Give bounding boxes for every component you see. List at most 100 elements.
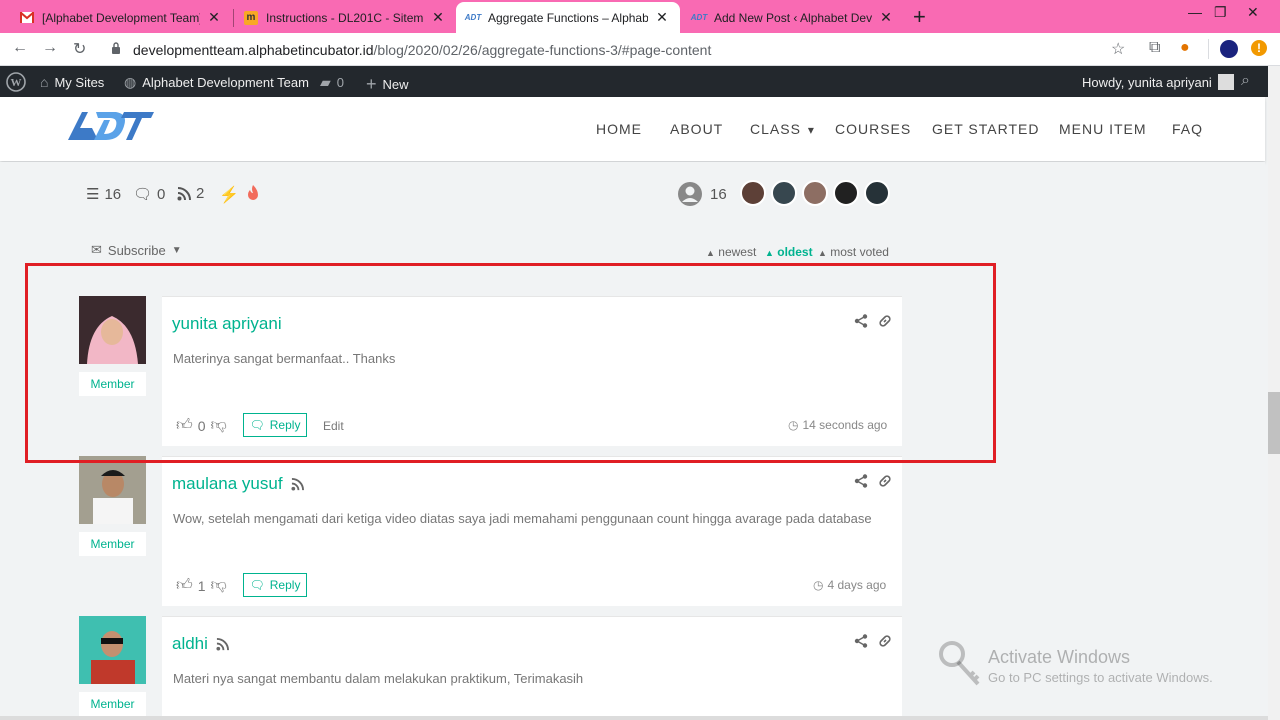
- minimize-button[interactable]: —: [1188, 4, 1202, 20]
- envelope-icon: ✉: [91, 242, 102, 257]
- close-icon[interactable]: ✕: [206, 9, 222, 26]
- profile-avatar[interactable]: [1220, 40, 1238, 58]
- sort-newest-label: newest: [718, 245, 757, 259]
- fire-icon[interactable]: [246, 185, 260, 201]
- scrollbar-thumb[interactable]: [1268, 392, 1280, 454]
- tab-aggregate-functions[interactable]: ADT Aggregate Functions – Alphabet ✕: [456, 2, 680, 33]
- link-icon[interactable]: [878, 474, 892, 488]
- list-icon: ☰: [86, 186, 100, 203]
- comment-avatar[interactable]: [79, 616, 146, 684]
- back-icon[interactable]: ←: [12, 39, 28, 57]
- nav-get-started[interactable]: GET STARTED: [932, 121, 1039, 137]
- user-avatar-small: [1217, 74, 1234, 90]
- link-icon[interactable]: [878, 634, 892, 648]
- time-label: 4 days ago: [827, 578, 887, 592]
- threads-count: 16: [104, 185, 122, 203]
- participant-avatar[interactable]: [802, 180, 828, 206]
- address-bar[interactable]: developmentteam.alphabetincubator.id/blo…: [133, 42, 711, 58]
- comment-card: maulana yusuf Wow, setelah mengamati dar…: [162, 456, 902, 606]
- forward-icon[interactable]: →: [42, 39, 58, 57]
- tab-instructions[interactable]: m Instructions - DL201C - Sitem Ba ✕: [234, 2, 456, 33]
- nav-about[interactable]: ABOUT: [670, 121, 723, 137]
- triangle-up-icon: ▲: [765, 248, 774, 258]
- triangle-up-icon: ▲: [706, 248, 715, 258]
- my-sites-label: My Sites: [54, 74, 105, 90]
- comment-avatar[interactable]: [79, 456, 146, 524]
- wordpress-logo-icon[interactable]: W: [6, 72, 26, 92]
- extension-owl-icon[interactable]: ●: [1180, 39, 1190, 57]
- sort-oldest-label: oldest: [777, 245, 813, 259]
- rss-icon[interactable]: [291, 477, 304, 491]
- nav-menu-item[interactable]: MENU ITEM: [1059, 121, 1147, 137]
- participant-avatar[interactable]: [833, 180, 859, 206]
- replies-count: 0: [157, 185, 166, 203]
- share-icon[interactable]: [854, 634, 868, 648]
- account-menu[interactable]: Howdy, yunita apriyani: [1082, 74, 1234, 90]
- participants-stat: 16: [677, 181, 727, 207]
- extension-icon[interactable]: ⧉: [1149, 39, 1160, 57]
- comment-time[interactable]: ◷ 4 days ago: [813, 578, 886, 592]
- new-content-menu[interactable]: + New: [366, 74, 409, 95]
- participant-avatar[interactable]: [864, 180, 890, 206]
- adt-icon: ADT: [464, 13, 482, 22]
- plus-icon: +: [366, 74, 377, 94]
- share-icon[interactable]: [854, 474, 868, 488]
- tab-title: Aggregate Functions – Alphabet: [488, 10, 648, 25]
- reload-icon[interactable]: ↻: [73, 39, 86, 59]
- restore-button[interactable]: ❐: [1214, 4, 1227, 21]
- member-badge: Member: [79, 692, 146, 716]
- sort-oldest[interactable]: ▲ oldest: [765, 245, 813, 259]
- reply-label: Reply: [269, 578, 301, 592]
- nav-class-label: CLASS: [750, 121, 801, 137]
- triangle-up-icon: ▲: [818, 248, 827, 258]
- bookmark-star-icon[interactable]: ☆: [1111, 39, 1125, 59]
- comments-menu[interactable]: ▰ 0: [320, 74, 344, 91]
- sort-most-voted[interactable]: ▲ most voted: [818, 245, 889, 259]
- update-alert-icon[interactable]: !: [1251, 40, 1267, 56]
- clock-icon: ◷: [813, 578, 824, 592]
- sort-newest[interactable]: ▲ newest: [706, 245, 756, 259]
- new-tab-button[interactable]: +: [913, 4, 926, 30]
- sort-most-voted-label: most voted: [830, 245, 889, 259]
- nav-class[interactable]: CLASS ▾: [750, 121, 815, 137]
- search-icon[interactable]: ⌕: [1241, 72, 1250, 90]
- site-logo[interactable]: [66, 108, 154, 147]
- nav-faq[interactable]: FAQ: [1172, 121, 1203, 137]
- rss-icon[interactable]: [216, 637, 229, 651]
- followers-count: 2: [196, 185, 205, 202]
- tab-title: [Alphabet Development Team] L: [42, 10, 200, 25]
- reply-button[interactable]: 🗨 Reply: [243, 573, 307, 597]
- close-icon[interactable]: ✕: [878, 9, 894, 26]
- horizontal-scrollbar[interactable]: [0, 716, 1268, 720]
- followers-stat: 2: [177, 185, 204, 202]
- subscribe-label: Subscribe: [107, 242, 166, 258]
- comment-author[interactable]: maulana yusuf: [172, 474, 304, 494]
- tab-add-new-post[interactable]: ADT Add New Post ‹ Alphabet Develo ✕: [682, 2, 904, 33]
- nav-home[interactable]: HOME: [596, 121, 642, 137]
- bolt-icon[interactable]: ⚡: [219, 185, 239, 205]
- window-close-button[interactable]: ✕: [1247, 4, 1259, 21]
- participant-avatar[interactable]: [771, 180, 797, 206]
- adt-icon: ADT: [690, 13, 708, 22]
- highlight-annotation: [25, 263, 996, 463]
- site-name-menu[interactable]: ◍ Alphabet Development Team: [124, 74, 309, 91]
- lock-icon[interactable]: [111, 42, 121, 54]
- vote-count: 1: [197, 577, 206, 594]
- thumbs-down-icon[interactable]: 👎︎: [211, 576, 227, 595]
- comment-author[interactable]: aldhi: [172, 634, 229, 654]
- thumbs-up-icon[interactable]: 👍︎: [176, 576, 193, 595]
- tab-title: Add New Post ‹ Alphabet Develo: [714, 10, 872, 25]
- tab-gmail[interactable]: [Alphabet Development Team] L ✕: [10, 2, 232, 33]
- my-sites-menu[interactable]: ⌂ My Sites: [40, 74, 104, 90]
- browser-tab-strip: [Alphabet Development Team] L ✕ m Instru…: [0, 0, 1280, 33]
- comments-icon: 🗨: [133, 186, 153, 203]
- nav-courses[interactable]: COURSES: [835, 121, 911, 137]
- caret-down-icon: ▼: [171, 244, 182, 256]
- member-badge: Member: [79, 532, 146, 556]
- rss-icon: [177, 186, 191, 200]
- subscribe-dropdown[interactable]: ✉ Subscribe ▼: [91, 242, 182, 258]
- close-icon[interactable]: ✕: [654, 9, 670, 26]
- close-icon[interactable]: ✕: [430, 9, 446, 26]
- dashboard-icon: ◍: [124, 74, 137, 90]
- participant-avatar[interactable]: [740, 180, 766, 206]
